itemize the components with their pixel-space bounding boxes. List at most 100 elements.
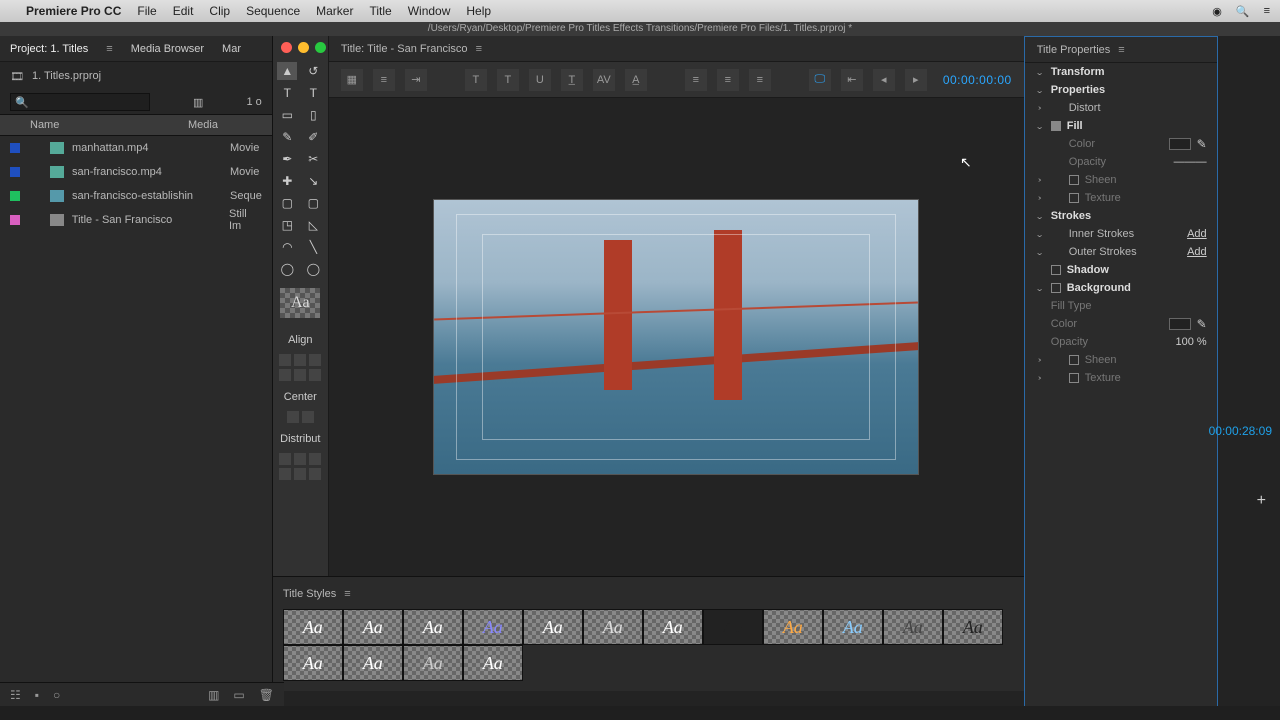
col-name[interactable]: Name [10, 119, 180, 131]
kerning-field[interactable]: AV [593, 69, 615, 91]
templates-button[interactable]: ▦ [341, 69, 363, 91]
style-swatch[interactable]: Aa [343, 645, 403, 681]
property-row[interactable]: ›Texture [1025, 369, 1217, 387]
vertical-path-type-tool[interactable]: ✐ [303, 128, 323, 146]
freeform-view-icon[interactable]: ○ [53, 688, 60, 702]
project-item[interactable]: manhattan.mp4 Movie [0, 136, 272, 160]
title-properties-menu-icon[interactable]: ≡ [1118, 44, 1124, 56]
menu-file[interactable]: File [137, 4, 156, 18]
style-swatch[interactable]: Aa [523, 609, 583, 645]
style-swatch[interactable]: Aa [943, 609, 1003, 645]
current-style-thumb[interactable]: Aa [280, 288, 320, 318]
menu-clip[interactable]: Clip [209, 4, 230, 18]
rectangle-tool[interactable]: ▢ [277, 194, 297, 212]
minimize-button[interactable] [298, 42, 309, 53]
ellipse-tool-2[interactable]: ◯ [303, 260, 323, 278]
add-link[interactable]: Add [1187, 246, 1207, 258]
property-row[interactable]: ⌄Properties [1025, 81, 1217, 99]
disclosure-icon[interactable]: › [1035, 176, 1045, 184]
vertical-type-tool[interactable]: T [303, 84, 323, 102]
tab-project[interactable]: Project: 1. Titles [10, 43, 88, 55]
checkbox[interactable] [1069, 355, 1079, 365]
property-row[interactable]: Fill Type [1025, 297, 1217, 315]
size-field[interactable]: T̲ [561, 69, 583, 91]
property-row[interactable]: ⌄Strokes [1025, 207, 1217, 225]
area-type-tool[interactable]: ▭ [277, 106, 297, 124]
search-input[interactable]: 🔍 [10, 93, 150, 111]
align-center-button[interactable]: ≡ [717, 69, 739, 91]
style-swatch[interactable]: Aa [283, 645, 343, 681]
color-swatch[interactable] [1169, 318, 1191, 330]
property-row[interactable]: ⌄Inner StrokesAdd [1025, 225, 1217, 243]
disclosure-icon[interactable]: ⌄ [1035, 283, 1045, 292]
delete-anchor-tool[interactable]: ✂ [303, 150, 323, 168]
checkbox[interactable] [1051, 121, 1061, 131]
menu-sequence[interactable]: Sequence [246, 4, 300, 18]
checkbox[interactable] [1069, 193, 1079, 203]
line-tool[interactable]: ╲ [303, 238, 323, 256]
property-row[interactable]: Color✎ [1025, 135, 1217, 153]
style-swatch[interactable]: Aa [643, 609, 703, 645]
property-row[interactable]: Shadow [1025, 261, 1217, 279]
checkbox[interactable] [1051, 265, 1061, 275]
cloud-icon[interactable]: ◉ [1212, 5, 1222, 18]
property-row[interactable]: ⌄Transform [1025, 63, 1217, 81]
title-styles-menu-icon[interactable]: ≡ [344, 588, 350, 600]
style-swatch[interactable]: Aa [823, 609, 883, 645]
roll-crawl-button[interactable]: ≡ [373, 69, 395, 91]
checkbox[interactable] [1069, 175, 1079, 185]
italic-button[interactable]: T [497, 69, 519, 91]
style-swatch[interactable]: Aa [403, 609, 463, 645]
property-row[interactable]: ⌄Fill [1025, 117, 1217, 135]
disclosure-icon[interactable]: › [1035, 356, 1045, 364]
style-swatch[interactable]: Aa [343, 609, 403, 645]
align-left-button[interactable]: ≡ [685, 69, 707, 91]
underline-button[interactable]: U [529, 69, 551, 91]
disclosure-icon[interactable]: ⌄ [1035, 247, 1045, 256]
disclosure-icon[interactable]: › [1035, 194, 1045, 202]
property-row[interactable]: Opacity100 % [1025, 333, 1217, 351]
vertical-area-type-tool[interactable]: ▯ [303, 106, 323, 124]
property-row[interactable]: Opacity——— [1025, 153, 1217, 171]
disclosure-icon[interactable]: ⌄ [1035, 211, 1045, 220]
program-timecode[interactable]: 00:00:28:09 [1209, 424, 1272, 438]
checkbox[interactable] [1051, 283, 1061, 293]
property-row[interactable]: ⌄Background [1025, 279, 1217, 297]
convert-anchor-tool[interactable]: ↘ [303, 172, 323, 190]
col-media[interactable]: Media [188, 119, 218, 131]
type-tool[interactable]: T [277, 84, 297, 102]
list-icon[interactable]: ≡ [1264, 5, 1270, 18]
menu-window[interactable]: Window [408, 4, 451, 18]
style-swatch[interactable]: Aa [463, 645, 523, 681]
style-swatch[interactable]: Aa [883, 609, 943, 645]
disclosure-icon[interactable]: › [1035, 374, 1045, 382]
title-panel-menu-icon[interactable]: ≡ [476, 43, 482, 55]
sync-to-timeline-button[interactable]: ⇤ [841, 69, 863, 91]
trash-icon[interactable]: 🗑 [259, 688, 274, 702]
wedge-tool[interactable]: ◺ [303, 216, 323, 234]
title-styles-tab[interactable]: Title Styles [283, 588, 336, 600]
disclosure-icon[interactable]: ⌄ [1035, 85, 1045, 94]
style-swatch[interactable]: Aa [463, 609, 523, 645]
title-tab-label[interactable]: Title: Title - San Francisco [341, 43, 468, 55]
path-type-tool[interactable]: ✎ [277, 128, 297, 146]
style-swatch[interactable]: Aa [283, 609, 343, 645]
disclosure-icon[interactable]: › [1035, 104, 1045, 112]
property-row[interactable]: ›Texture [1025, 189, 1217, 207]
bold-button[interactable]: T [465, 69, 487, 91]
rotate-tool[interactable]: ↺ [303, 62, 323, 80]
spotlight-icon[interactable]: 🔍 [1236, 5, 1250, 18]
disclosure-icon[interactable]: ⌄ [1035, 229, 1045, 238]
rounded-rect-tool[interactable]: ▢ [303, 194, 323, 212]
property-row[interactable]: ›Sheen [1025, 171, 1217, 189]
align-buttons[interactable] [277, 354, 323, 381]
selection-tool[interactable]: ▲ [277, 62, 297, 80]
property-row[interactable]: ›Distort [1025, 99, 1217, 117]
next-frame-button[interactable]: ▸ [905, 69, 927, 91]
title-timecode[interactable]: 00:00:00:00 [943, 73, 1012, 87]
project-item[interactable]: san-francisco.mp4 Movie [0, 160, 272, 184]
center-buttons[interactable] [277, 411, 323, 423]
property-row[interactable]: ⌄Outer StrokesAdd [1025, 243, 1217, 261]
pen-tool[interactable]: ✒ [277, 150, 297, 168]
menu-help[interactable]: Help [466, 4, 491, 18]
